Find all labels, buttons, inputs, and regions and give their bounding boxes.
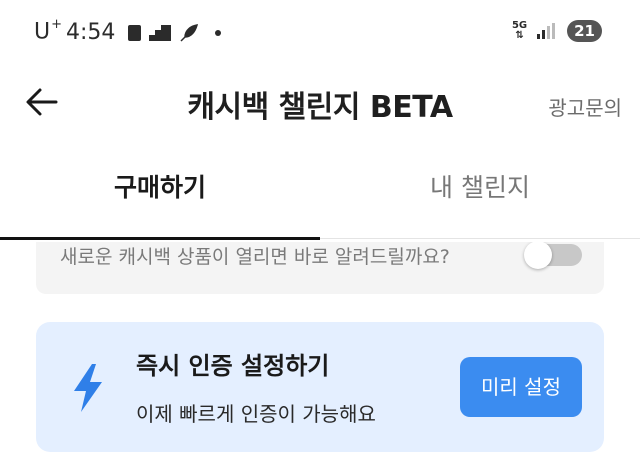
- stairs-icon: [149, 25, 171, 41]
- tab-my-challenge[interactable]: 내 챌린지: [320, 168, 640, 204]
- tab-buy[interactable]: 구매하기: [0, 168, 320, 204]
- page-title: 캐시백 챌린지 BETA: [187, 90, 453, 125]
- naver-icon: [128, 25, 141, 41]
- system-status: 5G ⇅ 21: [512, 20, 602, 42]
- lightning-bolt-icon: [74, 364, 102, 412]
- ad-inquiry-link[interactable]: 광고문의: [548, 92, 622, 121]
- status-bar: U+ 4:54 5G ⇅ 21: [0, 0, 640, 64]
- battery-indicator: 21: [567, 20, 602, 42]
- notify-toggle[interactable]: [524, 242, 582, 269]
- toggle-knob: [524, 242, 552, 269]
- more-notifications-dot-icon: [215, 30, 221, 36]
- app-header: 캐시백 챌린지 BETA 광고문의: [0, 64, 640, 140]
- 5g-icon: 5G ⇅: [511, 20, 528, 41]
- tabs-divider: [320, 238, 640, 239]
- new-product-notify-card: 새로운 캐시백 상품이 열리면 바로 알려드릴까요?: [36, 242, 604, 294]
- carrier-label: U+: [34, 17, 63, 45]
- clock: 4:54: [66, 20, 116, 45]
- instant-auth-card: 즉시 인증 설정하기 이제 빠르게 인증이 가능해요 미리 설정: [36, 322, 604, 452]
- preset-button[interactable]: 미리 설정: [460, 357, 582, 417]
- feather-icon: [179, 24, 199, 42]
- tab-bar: 구매하기 내 챌린지: [0, 150, 640, 242]
- signal-icon: [537, 23, 557, 39]
- instant-auth-title: 즉시 인증 설정하기: [136, 352, 330, 380]
- active-tab-indicator: [0, 237, 320, 240]
- notification-icons: [128, 24, 221, 42]
- instant-auth-subtitle: 이제 빠르게 인증이 가능해요: [136, 402, 376, 426]
- notify-text: 새로운 캐시백 상품이 열리면 바로 알려드릴까요?: [60, 246, 450, 268]
